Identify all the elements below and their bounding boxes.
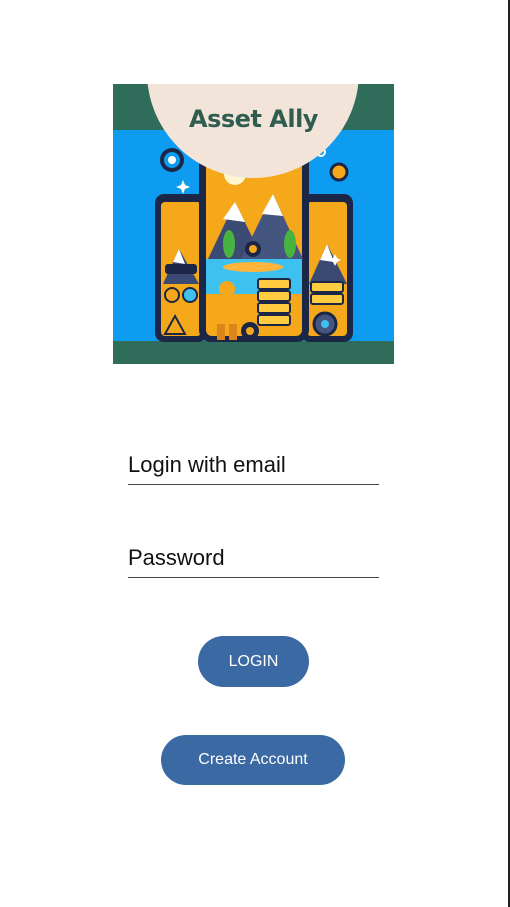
email-field[interactable] (128, 452, 379, 485)
password-input[interactable] (128, 545, 379, 577)
password-field[interactable] (128, 545, 379, 578)
login-button[interactable]: LOGIN (198, 636, 309, 687)
email-input[interactable] (128, 452, 379, 484)
logo-title: Asset Ally (189, 105, 318, 133)
create-account-button[interactable]: Create Account (161, 735, 345, 785)
app-logo: Asset Ally (113, 84, 394, 364)
